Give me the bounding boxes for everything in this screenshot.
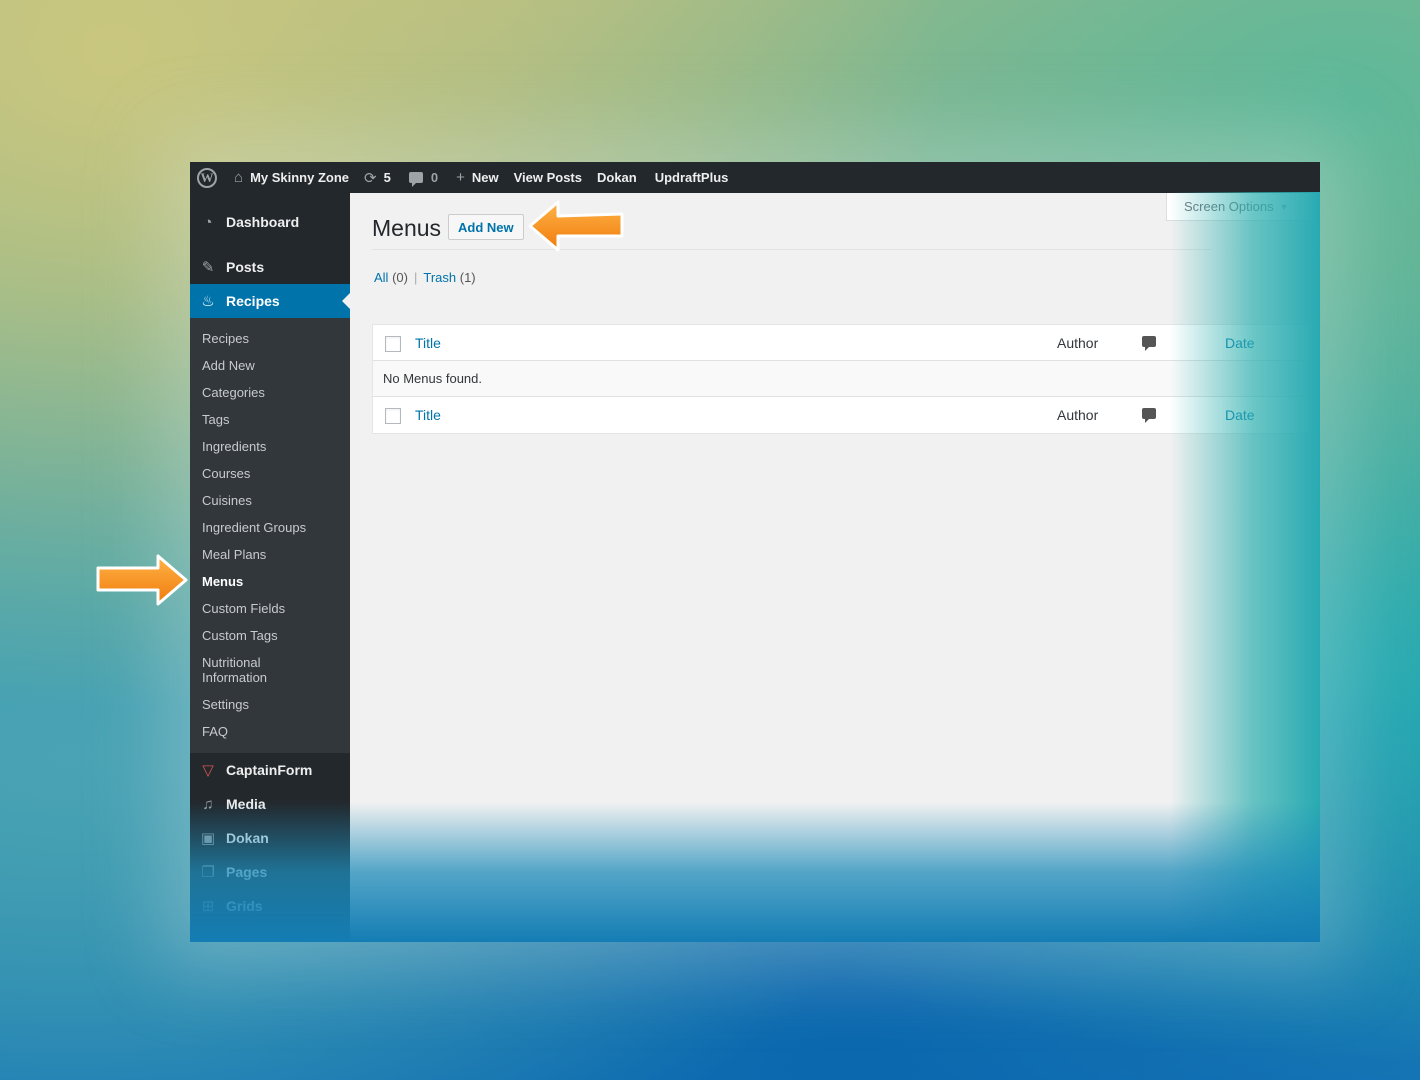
table-header-row: Title Author Date	[373, 325, 1311, 361]
orange-arrow-left-icon	[528, 200, 624, 252]
submenu-custom-fields[interactable]: Custom Fields	[190, 595, 350, 622]
dashboard-icon: ◔	[203, 213, 213, 231]
admin-sidebar: ◔ Dashboard ✎ Posts ♨ Recipes Recipes Ad…	[190, 193, 350, 942]
column-comments-footer	[1142, 408, 1164, 423]
view-posts-label: View Posts	[513, 170, 582, 185]
menu-posts-label: Posts	[226, 259, 265, 275]
menu-recipes-label: Recipes	[226, 293, 280, 309]
table-footer-row: Title Author Date	[373, 397, 1311, 433]
caret-down-icon: ▼	[1279, 201, 1289, 212]
submenu-categories[interactable]: Categories	[190, 379, 350, 406]
column-title-sort[interactable]: Title	[415, 335, 441, 351]
select-all-checkbox[interactable]	[385, 336, 401, 352]
column-author: Author	[1057, 335, 1099, 351]
column-date-sort[interactable]: Date	[1225, 335, 1255, 351]
comment-icon	[1142, 336, 1156, 351]
filter-trash-link[interactable]: Trash	[423, 270, 456, 285]
menu-pages[interactable]: ❐ Pages	[190, 855, 350, 889]
column-date-sort-footer[interactable]: Date	[1225, 407, 1255, 423]
menu-dashboard[interactable]: ◔ Dashboard	[190, 205, 350, 239]
updraftplus-label: UpdraftPlus	[654, 170, 729, 185]
menu-dokan-label: Dokan	[226, 830, 269, 846]
select-all-checkbox-footer[interactable]	[385, 408, 401, 424]
wordpress-logo-menu[interactable]: W	[190, 162, 224, 193]
menu-media-label: Media	[226, 796, 266, 812]
screen-options-label: Screen Options	[1184, 199, 1274, 214]
menu-posts[interactable]: ✎ Posts	[190, 250, 350, 284]
menu-grids-label: Grids	[226, 898, 263, 914]
wordpress-admin-window: W ⌂ My Skinny Zone ⟳ 5 0 + New View Post…	[190, 162, 1320, 942]
dokan-icon: ▣	[200, 830, 216, 847]
media-icon: ♫	[202, 795, 214, 813]
filter-separator: |	[413, 270, 418, 285]
submenu-tags[interactable]: Tags	[190, 406, 350, 433]
column-comments	[1142, 336, 1164, 351]
menu-grids[interactable]: ⊞ Grids	[190, 889, 350, 923]
menus-table: Title Author Date No Menus found. Title …	[372, 324, 1312, 434]
submenu-recipes[interactable]: Recipes	[190, 325, 350, 352]
menu-recipes[interactable]: ♨ Recipes	[190, 284, 350, 318]
plus-icon: +	[456, 169, 465, 186]
column-author-footer: Author	[1057, 407, 1099, 423]
updates-link[interactable]: ⟳ 5	[364, 162, 391, 193]
screen-options-button[interactable]: Screen Options ▼	[1166, 193, 1316, 221]
pages-icon: ❐	[201, 864, 215, 881]
submenu-custom-tags[interactable]: Custom Tags	[190, 622, 350, 649]
comment-icon	[1142, 408, 1156, 423]
captainform-icon: ▽	[202, 762, 214, 779]
updraftplus-link[interactable]: UpdraftPlus	[655, 162, 729, 193]
menu-captainform[interactable]: ▽ CaptainForm	[190, 753, 350, 787]
comments-count: 0	[430, 170, 439, 185]
menu-pages-label: Pages	[226, 864, 268, 880]
submenu-nutritional-information[interactable]: Nutritional Information	[190, 649, 285, 691]
home-icon: ⌂	[234, 169, 244, 186]
page-title: Menus	[372, 215, 442, 241]
filter-all-link[interactable]: All	[374, 270, 388, 285]
filter-trash-count: (1)	[459, 270, 476, 285]
add-new-button[interactable]: Add New	[448, 214, 524, 240]
chef-hat-icon: ♨	[201, 293, 215, 310]
filter-all-count: (0)	[392, 270, 408, 285]
site-name: My Skinny Zone	[250, 170, 350, 185]
menu-captainform-label: CaptainForm	[226, 762, 313, 778]
site-name-link[interactable]: ⌂ My Skinny Zone	[234, 162, 349, 193]
orange-arrow-right-icon	[96, 554, 188, 606]
submenu-settings[interactable]: Settings	[190, 691, 350, 718]
title-divider	[372, 249, 1212, 250]
submenu-add-new[interactable]: Add New	[190, 352, 350, 379]
refresh-icon: ⟳	[364, 169, 377, 187]
submenu-courses[interactable]: Courses	[190, 460, 350, 487]
main-content: Screen Options ▼ Menus Add New All (0) | T…	[350, 193, 1320, 942]
comment-icon	[408, 172, 423, 187]
column-title-sort-footer[interactable]: Title	[415, 407, 441, 423]
status-filters: All (0) | Trash (1)	[374, 270, 476, 285]
submenu-ingredients[interactable]: Ingredients	[190, 433, 350, 460]
submenu-faq[interactable]: FAQ	[190, 718, 350, 745]
wordpress-logo-icon: W	[197, 167, 217, 188]
recipes-submenu: Recipes Add New Categories Tags Ingredie…	[190, 318, 350, 753]
updates-count: 5	[383, 170, 391, 185]
menu-media[interactable]: ♫ Media	[190, 787, 350, 821]
view-posts-link[interactable]: View Posts	[514, 162, 582, 193]
menu-dashboard-label: Dashboard	[226, 214, 300, 230]
table-empty-row: No Menus found.	[373, 361, 1311, 397]
admin-bar: W ⌂ My Skinny Zone ⟳ 5 0 + New View Post…	[190, 162, 1320, 193]
new-content-link[interactable]: + New	[456, 162, 499, 193]
dokan-link[interactable]: Dokan	[597, 162, 637, 193]
submenu-menus[interactable]: Menus	[190, 568, 350, 595]
grid-icon: ⊞	[201, 898, 215, 915]
new-label: New	[471, 170, 499, 185]
dokan-label: Dokan	[596, 170, 637, 185]
submenu-cuisines[interactable]: Cuisines	[190, 487, 350, 514]
pushpin-icon: ✎	[201, 259, 215, 276]
comments-link[interactable]: 0	[408, 162, 439, 193]
no-items-message: No Menus found.	[383, 371, 483, 386]
submenu-meal-plans[interactable]: Meal Plans	[190, 541, 350, 568]
menu-dokan[interactable]: ▣ Dokan	[190, 821, 350, 855]
submenu-ingredient-groups[interactable]: Ingredient Groups	[190, 514, 350, 541]
